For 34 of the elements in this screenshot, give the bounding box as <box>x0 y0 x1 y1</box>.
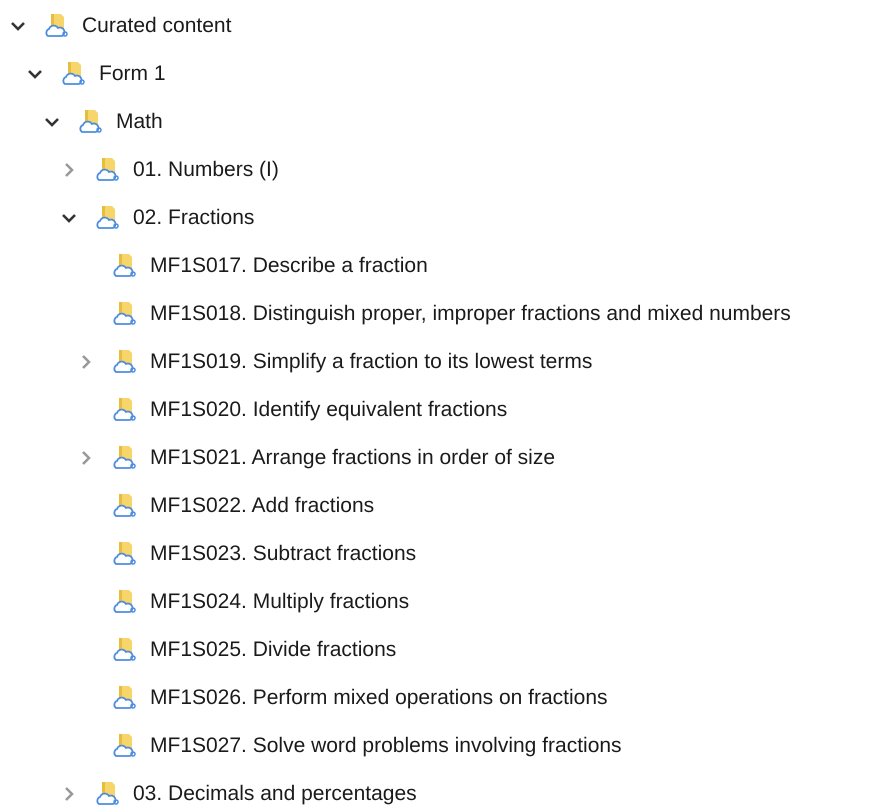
tree-item[interactable]: MF1S025. Divide fractions <box>150 638 396 662</box>
cloud-folder-icon <box>112 733 138 759</box>
cloud-folder-icon <box>112 637 138 663</box>
cloud-folder-icon <box>112 589 138 615</box>
tree-item[interactable]: 03. Decimals and percentages <box>133 782 417 805</box>
tree-item[interactable]: MF1S022. Add fractions <box>150 494 374 518</box>
cloud-folder-icon <box>112 301 138 327</box>
tree-item[interactable]: MF1S017. Describe a fraction <box>150 254 428 278</box>
cloud-folder-icon <box>112 685 138 711</box>
cloud-folder-icon <box>95 157 121 183</box>
cloud-folder-icon <box>78 109 104 135</box>
tree-item[interactable]: MF1S027. Solve word problems involving fractions <box>150 734 622 758</box>
tree-item[interactable]: MF1S023. Subtract fractions <box>150 542 416 566</box>
tree-item[interactable]: MF1S024. Multiply fractions <box>150 590 410 614</box>
cloud-folder-icon <box>61 61 87 87</box>
cloud-folder-icon <box>44 13 70 39</box>
tree-item[interactable]: 01. Numbers (I) <box>133 158 279 182</box>
cloud-folder-icon <box>95 205 121 231</box>
tree-item[interactable]: MF1S026. Perform mixed operations on fractions <box>150 686 608 710</box>
tree-item[interactable]: MF1S021. Arrange fractions in order of size <box>150 446 556 470</box>
tree-item[interactable]: MF1S019. Simplify a fraction to its lowest terms <box>150 350 592 374</box>
tree-item[interactable]: Curated content <box>82 14 232 38</box>
tree-item[interactable]: MF1S018. Distinguish proper, improper fractions and mixed numbers <box>150 302 791 326</box>
cloud-folder-icon <box>112 493 138 519</box>
cloud-folder-icon <box>112 541 138 567</box>
cloud-folder-icon <box>95 781 121 805</box>
cloud-folder-icon <box>112 397 138 423</box>
tree-item[interactable]: MF1S020. Identify equivalent fractions <box>150 398 508 422</box>
tree-item[interactable]: Form 1 <box>99 62 166 86</box>
cloud-folder-icon <box>112 253 138 279</box>
cloud-folder-icon <box>112 445 138 471</box>
tree-item[interactable]: 02. Fractions <box>133 206 254 230</box>
cloud-folder-icon <box>112 349 138 375</box>
tree-item[interactable]: Math <box>116 110 163 134</box>
